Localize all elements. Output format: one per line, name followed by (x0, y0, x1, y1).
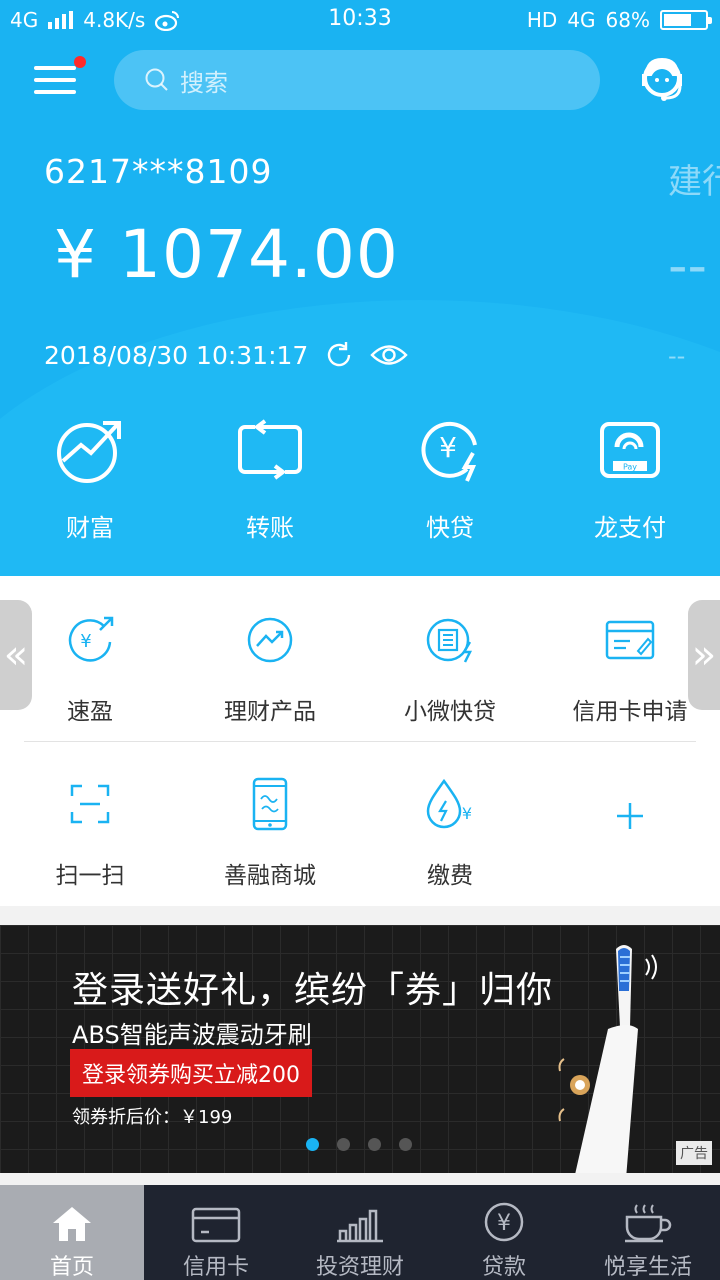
bottom-tab-bar: 首页 信用卡 投资理财 ¥ 贷款 悦享生活 (0, 1185, 720, 1280)
tab-label: 信用卡 (182, 1255, 249, 1280)
carousel-dots[interactable] (306, 1138, 412, 1151)
payment-icon: ¥ (426, 778, 472, 829)
tab-label: 投资理财 (315, 1255, 404, 1280)
toothbrush-image (558, 945, 657, 1173)
status-bar: 4G 4.8K/s 10:33 HD 4G 68% (0, 0, 720, 40)
transfer-icon (238, 419, 302, 480)
tab-loan[interactable]: ¥ 贷款 (432, 1185, 576, 1280)
home-icon (53, 1207, 91, 1241)
next-card-title[interactable]: 建行 (668, 154, 720, 203)
carousel-dot[interactable] (368, 1138, 381, 1151)
next-card-balance: -- (668, 234, 707, 297)
tab-label: 贷款 (481, 1255, 526, 1280)
finance-product-icon (247, 617, 293, 663)
quick-action-label: 龙支付 (594, 514, 666, 542)
tab-investment[interactable]: 投资理财 (288, 1185, 432, 1280)
menu-button[interactable] (34, 56, 86, 96)
tab-label: 悦享生活 (603, 1255, 692, 1280)
service-label: 缴费 (427, 863, 473, 889)
balance-timestamp: 2018/08/30 10:31:17 (44, 340, 309, 370)
quick-action-label: 财富 (66, 514, 114, 542)
service-scan[interactable]: 扫一扫 (0, 772, 180, 890)
services-divider (24, 741, 696, 742)
notification-dot (74, 56, 86, 68)
quick-action-transfer[interactable]: 转账 (180, 410, 360, 543)
credit-card-icon (191, 1207, 241, 1243)
refresh-icon[interactable] (324, 340, 354, 370)
small-loan-icon (426, 618, 473, 663)
eye-icon[interactable] (370, 342, 409, 368)
quick-action-quick-loan[interactable]: ¥ 快贷 (360, 410, 540, 543)
plus-icon (617, 803, 643, 829)
service-finance-product[interactable]: 理财产品 (180, 608, 360, 726)
service-add[interactable] (540, 772, 720, 890)
service-label: 理财产品 (224, 699, 316, 725)
suying-icon: ¥ (68, 616, 114, 662)
svg-text:Pay: Pay (623, 463, 637, 472)
services-panel: ¥ 速盈 理财产品 小微快贷 信用卡申请 扫一扫 善融商城 ¥ 缴费 (0, 576, 720, 906)
svg-text:¥: ¥ (497, 1211, 511, 1236)
search-bar[interactable]: 搜索 (114, 50, 600, 110)
tab-credit-card[interactable]: 信用卡 (144, 1185, 288, 1280)
account-balance: ¥ 1074.00 (54, 216, 399, 293)
account-header: 4G 4.8K/s 10:33 HD 4G 68% 搜索 6217***8109… (0, 0, 720, 576)
tab-home[interactable]: 首页 (0, 1185, 144, 1280)
loan-icon: ¥ (484, 1202, 524, 1242)
network-type-2: 4G (567, 8, 596, 32)
tab-label: 首页 (49, 1255, 94, 1280)
services-row-1: ¥ 速盈 理财产品 小微快贷 信用卡申请 (0, 608, 720, 726)
svg-text:¥: ¥ (439, 431, 457, 464)
quick-action-dragon-pay[interactable]: Pay 龙支付 (540, 410, 720, 543)
quick-actions: 财富 转账 ¥ 快贷 Pay 龙支付 (0, 410, 720, 543)
dragon-pay-icon: Pay (600, 422, 660, 478)
scroll-left-arrow[interactable]: « (0, 600, 32, 710)
carousel-dot[interactable] (399, 1138, 412, 1151)
scan-icon (70, 784, 110, 824)
service-small-loan[interactable]: 小微快贷 (360, 608, 540, 726)
search-icon (145, 68, 168, 91)
quick-action-wealth[interactable]: 财富 (0, 410, 180, 543)
svg-text:¥: ¥ (80, 631, 91, 652)
ad-tag: 广告 (676, 1141, 712, 1165)
battery-percent: 68% (605, 8, 650, 32)
service-payment[interactable]: ¥ 缴费 (360, 772, 540, 890)
credit-card-apply-icon (605, 620, 655, 660)
banner-headline: 登录送好礼，缤纷「券」归你 (72, 970, 554, 1011)
next-card-timestamp: -- (668, 342, 686, 370)
service-mall[interactable]: 善融商城 (180, 772, 360, 890)
scroll-right-arrow[interactable]: » (688, 600, 720, 710)
quick-loan-icon: ¥ (421, 421, 477, 482)
banner-product: ABS智能声波震动牙刷 (72, 1021, 312, 1049)
quick-action-label: 转账 (246, 514, 294, 542)
wealth-icon (57, 421, 121, 483)
carousel-dot[interactable] (306, 1138, 319, 1151)
banner-price: 领券折后价：￥199 (72, 1107, 233, 1128)
customer-service-icon[interactable] (634, 52, 690, 108)
quick-action-label: 快贷 (426, 514, 474, 542)
investment-icon (337, 1209, 383, 1243)
promo-banner[interactable]: 登录送好礼，缤纷「券」归你 ABS智能声波震动牙刷 登录领券购买立减200 领券… (0, 925, 720, 1173)
card-number[interactable]: 6217***8109 (44, 152, 272, 191)
service-label: 小微快贷 (404, 699, 496, 725)
carousel-dot[interactable] (337, 1138, 350, 1151)
tab-life[interactable]: 悦享生活 (576, 1185, 720, 1280)
hd-indicator: HD (526, 8, 558, 32)
banner-cta[interactable]: 登录领券购买立减200 (70, 1049, 312, 1097)
mall-icon (252, 777, 288, 831)
battery-icon (660, 10, 712, 30)
balance-timestamp-row: 2018/08/30 10:31:17 (44, 340, 409, 370)
services-row-2: 扫一扫 善融商城 ¥ 缴费 (0, 772, 720, 890)
search-placeholder: 搜索 (180, 68, 228, 97)
coffee-icon (625, 1204, 672, 1243)
service-label: 善融商城 (224, 863, 316, 889)
svg-text:¥: ¥ (462, 804, 472, 823)
service-label: 扫一扫 (55, 863, 125, 889)
